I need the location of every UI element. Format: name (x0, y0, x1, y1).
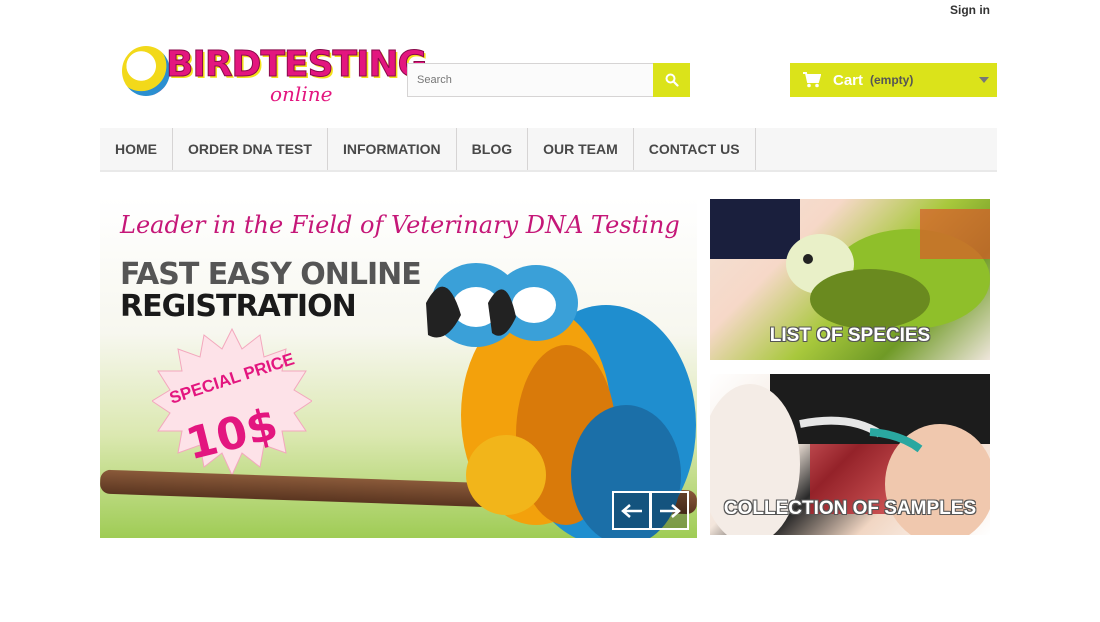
arrow-right-icon (659, 503, 681, 518)
logo-emblem (122, 46, 170, 96)
search-button[interactable] (653, 63, 690, 97)
banner-collection-of-samples[interactable]: COLLECTION OF SAMPLES (710, 374, 990, 535)
banner-label-samples: COLLECTION OF SAMPLES (723, 498, 977, 519)
homepage-slider[interactable]: Leader in the Field of Veterinary DNA Te… (100, 197, 697, 538)
slider-prev-button[interactable] (612, 491, 651, 530)
slide-headline: Leader in the Field of Veterinary DNA Te… (120, 211, 680, 239)
special-price-badge: SPECIAL PRICE 10$ (151, 327, 313, 477)
search-icon (665, 73, 679, 87)
slide-line-1: FAST EASY ONLINE (120, 257, 422, 292)
cart-label: Cart (833, 71, 864, 89)
site-logo[interactable]: BIRDTESTING online (122, 36, 428, 108)
top-bar: Sign in (0, 0, 1100, 20)
cart-icon (803, 72, 821, 88)
logo-wordmark: BIRDTESTING (165, 44, 427, 86)
logo-subtitle: online (270, 82, 333, 106)
slide-line-2: REGISTRATION (120, 289, 357, 324)
slider-next-button[interactable] (650, 491, 689, 530)
cart-status: (empty) (870, 73, 914, 87)
search-input[interactable] (407, 63, 653, 97)
banner-label-species: LIST OF SPECIES (769, 325, 931, 346)
sign-in-link[interactable]: Sign in (950, 3, 990, 17)
arrow-left-icon (620, 503, 642, 518)
banner-list-of-species[interactable]: LIST OF SPECIES (710, 199, 990, 360)
search-bar (407, 63, 690, 97)
menu-item-order-dna-test[interactable]: ORDER DNA TEST (173, 128, 328, 170)
menu-item-contact-us[interactable]: CONTACT US (634, 128, 756, 170)
cart-button[interactable]: Cart (empty) (790, 63, 997, 97)
menu-item-home[interactable]: HOME (100, 128, 173, 170)
main-menu: HOME ORDER DNA TEST INFORMATION BLOG OUR… (100, 128, 997, 172)
menu-item-our-team[interactable]: OUR TEAM (528, 128, 634, 170)
chevron-down-icon[interactable] (979, 77, 989, 83)
menu-item-blog[interactable]: BLOG (457, 128, 529, 170)
menu-item-information[interactable]: INFORMATION (328, 128, 457, 170)
